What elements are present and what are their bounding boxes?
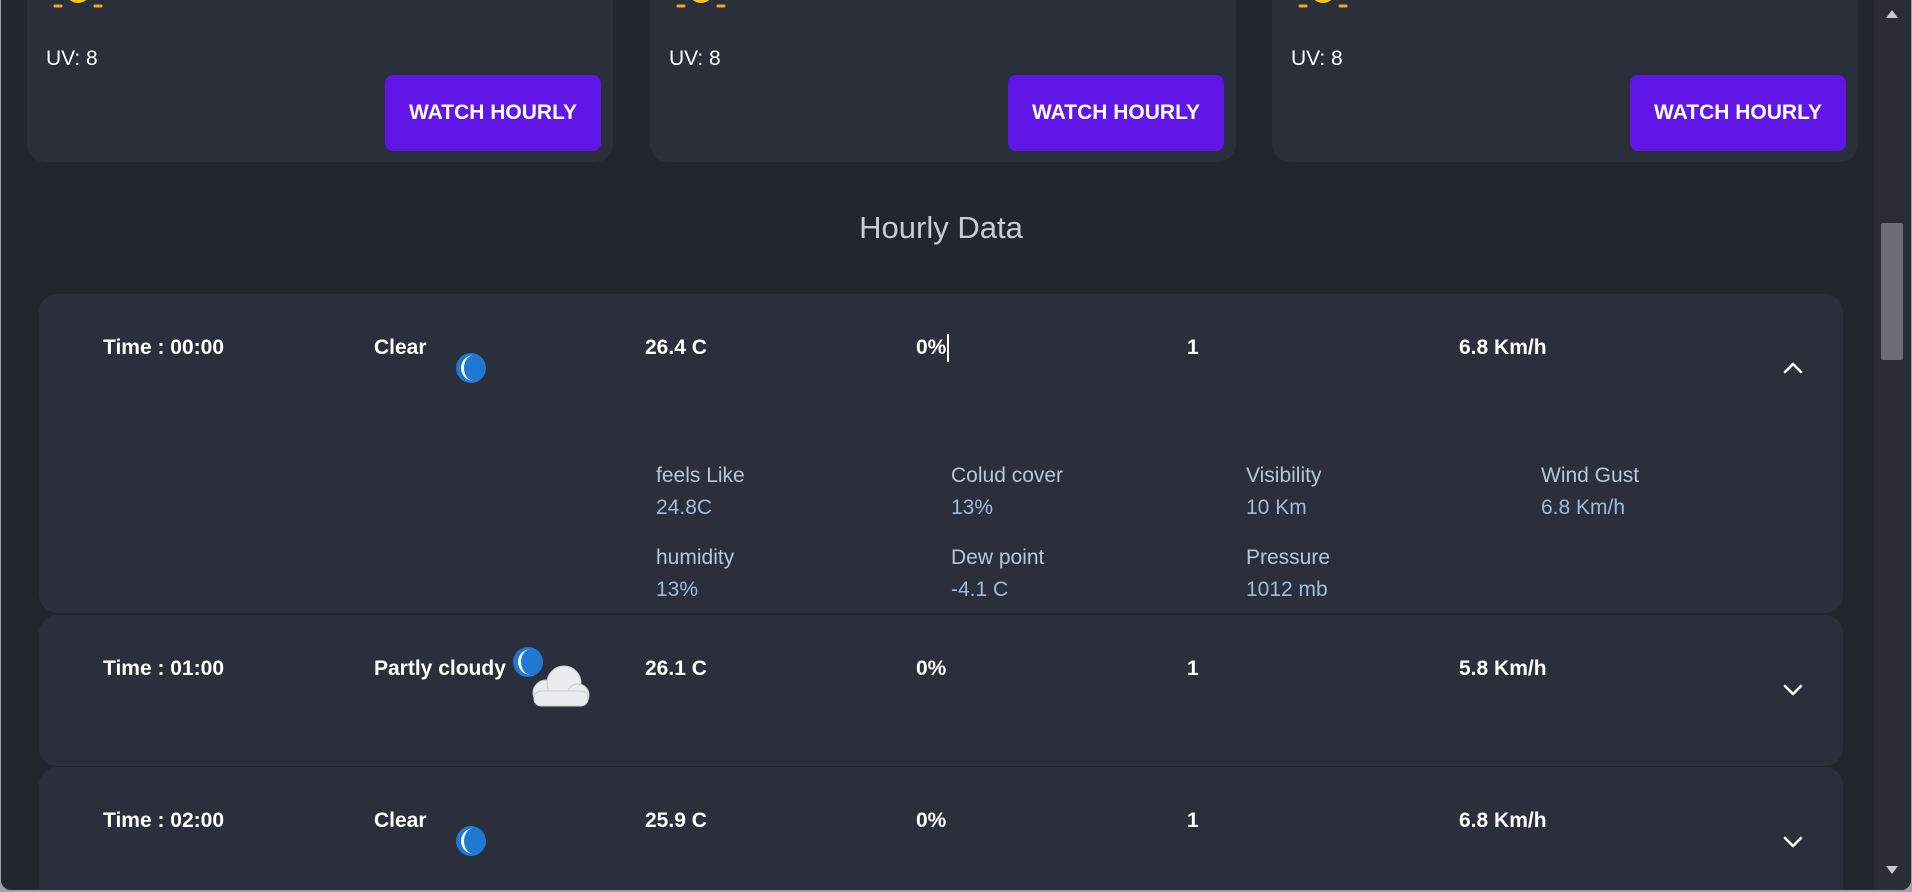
- detail-humidity: humidity 13%: [656, 546, 946, 602]
- sun-icon: [1296, 0, 1350, 12]
- detail-value: -4.1 C: [951, 578, 1009, 601]
- hour-wind: 5.8 Km/h: [1459, 657, 1547, 680]
- vertical-scrollbar[interactable]: [1874, 0, 1911, 890]
- detail-label: humidity: [656, 546, 735, 569]
- detail-value: 6.8 Km/h: [1541, 496, 1626, 519]
- hour-time: Time : 00:00: [103, 336, 225, 359]
- sun-icon: [51, 0, 105, 12]
- chevron-down-icon[interactable]: [1781, 830, 1805, 854]
- uv-label: UV: 8: [1291, 47, 1343, 70]
- hour-precipitation: 0%: [916, 336, 947, 359]
- detail-value: 24.8C: [656, 496, 713, 519]
- scroll-up-arrow-icon[interactable]: [1885, 6, 1899, 18]
- uv-label: UV: 8: [46, 47, 98, 70]
- hour-condition: Clear: [374, 809, 427, 832]
- detail-label: Pressure: [1246, 546, 1331, 569]
- hour-row[interactable]: Time : 01:00 Partly cloudy 26.1 C 0% 1 5…: [39, 615, 1843, 766]
- text-cursor: [947, 334, 949, 362]
- detail-value: 1012 mb: [1246, 578, 1328, 601]
- hour-temperature: 26.1 C: [645, 657, 707, 680]
- day-card: UV: 8 WATCH HOURLY: [1272, 0, 1858, 162]
- app-viewport: UV: 8 WATCH HOURLY UV: 8 WATCH HOURLY UV…: [1, 0, 1911, 890]
- detail-label: feels Like: [656, 464, 745, 487]
- detail-visibility: Visibility 10 Km: [1246, 464, 1536, 520]
- sun-icon: [674, 0, 728, 12]
- hour-precipitation: 0%: [916, 657, 947, 680]
- hour-uv: 1: [1187, 809, 1199, 832]
- hour-condition: Partly cloudy: [374, 657, 506, 680]
- hour-temperature: 25.9 C: [645, 809, 707, 832]
- hour-precipitation: 0%: [916, 809, 947, 832]
- hour-wind: 6.8 Km/h: [1459, 336, 1547, 359]
- detail-value: 10 Km: [1246, 496, 1307, 519]
- hour-temperature: 26.4 C: [645, 336, 707, 359]
- scrollbar-thumb[interactable]: [1881, 223, 1903, 360]
- detail-wind-gust: Wind Gust 6.8 Km/h: [1541, 464, 1831, 520]
- hour-time: Time : 02:00: [103, 809, 225, 832]
- hour-wind: 6.8 Km/h: [1459, 809, 1547, 832]
- chevron-down-icon[interactable]: [1781, 678, 1805, 702]
- watch-hourly-button[interactable]: WATCH HOURLY: [1630, 75, 1846, 151]
- watch-hourly-button[interactable]: WATCH HOURLY: [385, 75, 601, 151]
- detail-value: 13%: [951, 496, 994, 519]
- detail-cloud-cover: Colud cover 13%: [951, 464, 1241, 520]
- uv-label: UV: 8: [669, 47, 721, 70]
- hour-uv: 1: [1187, 336, 1199, 359]
- moon-cloud-icon: [512, 645, 594, 718]
- detail-dew-point: Dew point -4.1 C: [951, 546, 1241, 602]
- detail-feels-like: feels Like 24.8C: [656, 464, 946, 520]
- day-card: UV: 8 WATCH HOURLY: [650, 0, 1236, 162]
- detail-label: Colud cover: [951, 464, 1064, 487]
- chevron-up-icon[interactable]: [1781, 356, 1805, 380]
- hour-details: feels Like 24.8C Colud cover 13% Visibil…: [656, 464, 1836, 614]
- detail-label: Wind Gust: [1541, 464, 1640, 487]
- detail-value: 13%: [656, 578, 699, 601]
- main-content: UV: 8 WATCH HOURLY UV: 8 WATCH HOURLY UV…: [1, 0, 1874, 890]
- section-title: Hourly Data: [859, 210, 1023, 245]
- hour-row[interactable]: Time : 02:00 Clear 25.9 C 0% 1 6.8 Km/h: [39, 767, 1843, 890]
- hour-uv: 1: [1187, 657, 1199, 680]
- day-card: UV: 8 WATCH HOURLY: [27, 0, 613, 162]
- moon-icon: [455, 824, 487, 863]
- hour-time: Time : 01:00: [103, 657, 225, 680]
- detail-pressure: Pressure 1012 mb: [1246, 546, 1536, 602]
- detail-label: Dew point: [951, 546, 1045, 569]
- hour-row[interactable]: Time : 00:00 Clear 26.4 C 0% 1 6.8 Km/h …: [39, 294, 1843, 613]
- watch-hourly-button[interactable]: WATCH HOURLY: [1008, 75, 1224, 151]
- moon-icon: [455, 351, 487, 390]
- hour-condition: Clear: [374, 336, 427, 359]
- scroll-down-arrow-icon[interactable]: [1885, 862, 1899, 874]
- detail-label: Visibility: [1246, 464, 1322, 487]
